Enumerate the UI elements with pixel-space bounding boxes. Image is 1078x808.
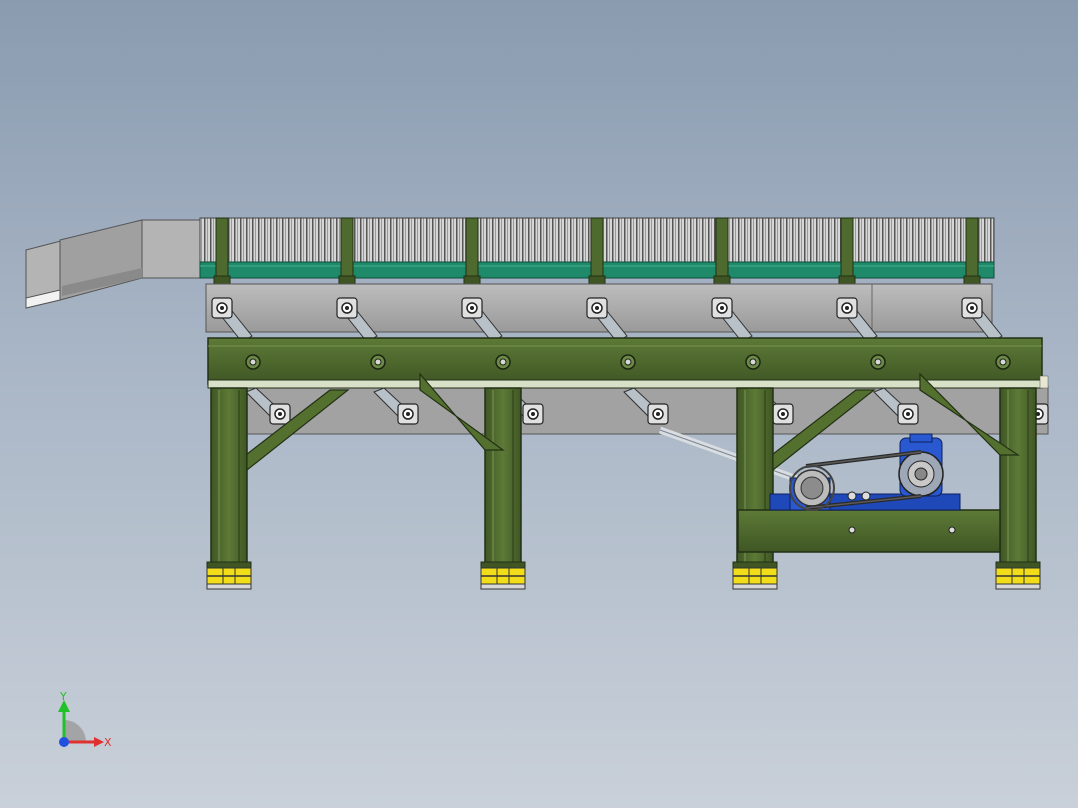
foot-base bbox=[995, 583, 1041, 590]
deck-post bbox=[965, 217, 979, 285]
lower-link-pin-center bbox=[781, 412, 785, 416]
graphics-viewport[interactable]: Y X bbox=[0, 0, 1078, 808]
link-pin-center bbox=[220, 306, 224, 310]
deck-post-cap bbox=[963, 275, 981, 285]
link-pin-center bbox=[595, 306, 599, 310]
x-axis-label: X bbox=[104, 736, 112, 749]
deck-post bbox=[590, 217, 604, 285]
deck-post-cap bbox=[338, 275, 356, 285]
discharge-chute[interactable] bbox=[25, 219, 207, 309]
deck-post-cap bbox=[213, 275, 231, 285]
lower-link-pin-center bbox=[531, 412, 535, 416]
deck-post bbox=[215, 217, 229, 285]
lower-link-pin-center bbox=[406, 412, 410, 416]
deck-post-cap bbox=[588, 275, 606, 285]
motor-base-frame[interactable] bbox=[737, 509, 1001, 553]
anti-vibration-feet[interactable] bbox=[206, 561, 1041, 590]
foot-base bbox=[480, 583, 526, 590]
y-axis-label: Y bbox=[59, 690, 67, 703]
frame-leg bbox=[210, 387, 248, 565]
beam-bolt-center bbox=[874, 358, 882, 366]
link-pin-center bbox=[845, 306, 849, 310]
link-pin-center bbox=[470, 306, 474, 310]
cad-model-view[interactable]: Y X bbox=[0, 0, 1078, 808]
deck-post bbox=[340, 217, 354, 285]
coordinate-triad: Y X bbox=[58, 690, 112, 749]
link-pin-center bbox=[970, 306, 974, 310]
deck-post-cap bbox=[463, 275, 481, 285]
foot-plate bbox=[732, 561, 778, 569]
deck-post bbox=[465, 217, 479, 285]
foot-plate bbox=[206, 561, 252, 569]
beam-bolt-center bbox=[624, 358, 632, 366]
deck-post-cap bbox=[713, 275, 731, 285]
lower-link-pin-center bbox=[906, 412, 910, 416]
deck-post bbox=[840, 217, 854, 285]
beam-bolt-center bbox=[249, 358, 257, 366]
foot-base bbox=[206, 583, 252, 590]
link-pin-center bbox=[720, 306, 724, 310]
lower-link-pin-center bbox=[278, 412, 282, 416]
deck-post bbox=[715, 217, 729, 285]
lower-link-pin-center bbox=[656, 412, 660, 416]
beam-bolt-center bbox=[374, 358, 382, 366]
foot-plate bbox=[995, 561, 1041, 569]
deck-post-cap bbox=[838, 275, 856, 285]
beam-bolt-center bbox=[749, 358, 757, 366]
z-axis-dot bbox=[59, 737, 69, 747]
foot-base bbox=[732, 583, 778, 590]
frame-leg bbox=[999, 387, 1037, 565]
link-pin-center bbox=[345, 306, 349, 310]
beam-bolt-center bbox=[499, 358, 507, 366]
frame-leg bbox=[484, 387, 522, 565]
beam-bolt-center bbox=[999, 358, 1007, 366]
foot-plate bbox=[480, 561, 526, 569]
